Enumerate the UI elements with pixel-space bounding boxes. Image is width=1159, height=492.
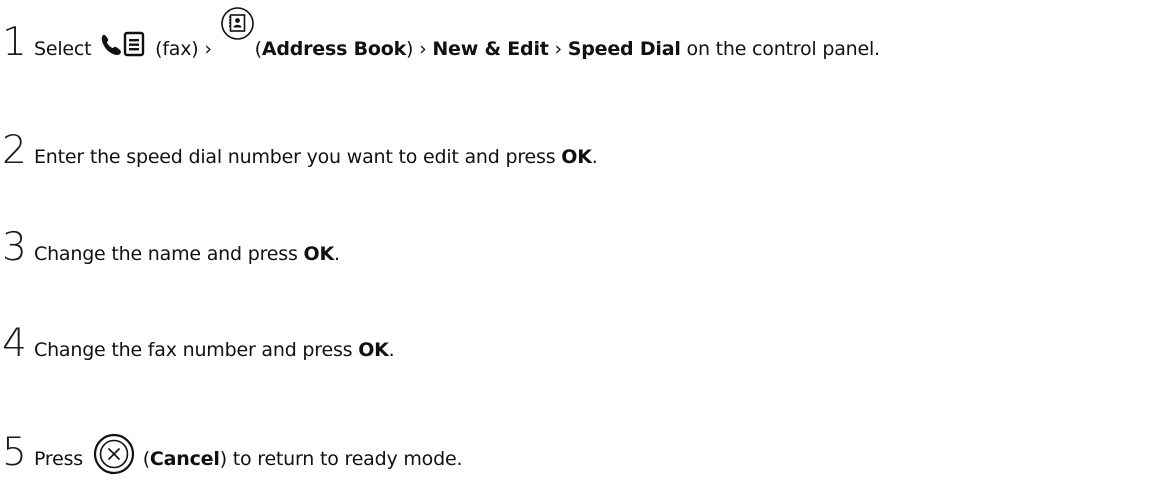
step-text: Change the name and press OK. [34,244,340,264]
step-body: Enter the speed dial number you want to … [34,146,556,168]
open-paren: ( [142,448,150,470]
separator: ) › [406,38,427,60]
fax-icon [99,31,147,57]
step-tail: on the control panel. [686,38,881,60]
press-label: Press [34,448,84,470]
step-number: 5 [2,430,27,475]
step-text: Press (Cancel) to return to ready mode. [34,423,463,475]
period: . [591,146,598,168]
step-number: 4 [2,321,27,366]
new-edit-label: New & Edit [432,38,549,60]
step-number: 2 [2,128,27,173]
step-body: Change the name and press [34,243,298,265]
ok-label: OK [303,243,335,265]
step-text: Enter the speed dial number you want to … [34,147,598,167]
address-book-label: Address Book [261,38,407,60]
fax-label: (fax) › [155,38,212,60]
ok-label: OK [358,339,389,361]
select-label: Select [34,38,92,60]
step-2: 2 Enter the speed dial number you want t… [0,110,1159,170]
period: . [388,339,395,361]
open-paren: ( [254,38,262,60]
cancel-label: Cancel [149,448,220,470]
cancel-icon [93,433,135,475]
address-book-icon [220,6,255,41]
step-number: 3 [2,225,27,270]
speed-dial-label: Speed Dial [567,38,681,60]
step-body: Change the fax number and press [34,339,353,361]
step-4: 4 Change the fax number and press OK. [0,303,1159,363]
step-text: Select (fax) › (Address Book) › New & Ed… [34,7,881,60]
separator: › [554,38,563,60]
step-text: Change the fax number and press OK. [34,340,395,360]
step-3: 3 Change the name and press OK. [0,207,1159,267]
period: . [333,243,340,265]
step-tail: ) to return to ready mode. [219,448,463,470]
step-5: 5 Press (Cancel) to return to ready mode… [0,412,1159,475]
step-1: 1 Select (fax) › (Address Book) › New & … [0,2,1159,62]
step-number: 1 [2,20,27,65]
ok-label: OK [561,146,592,168]
